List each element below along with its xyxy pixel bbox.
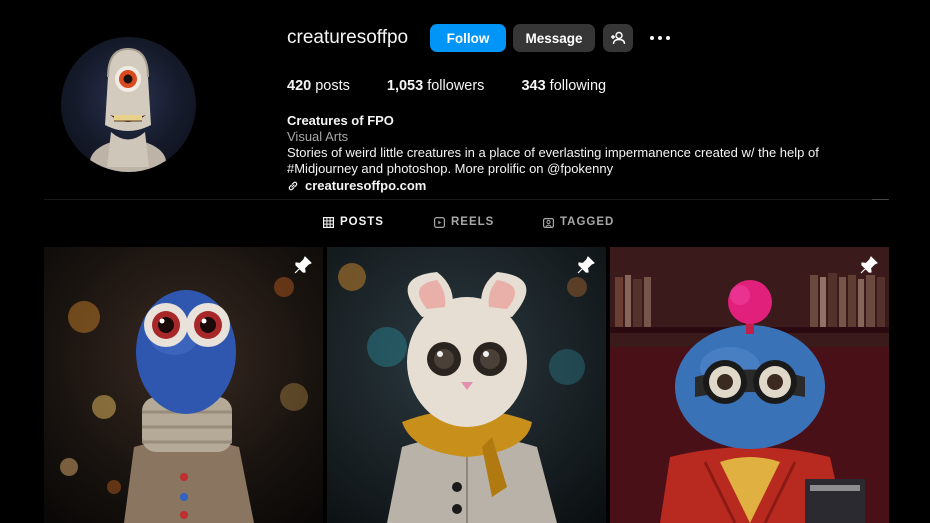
post-image [610, 247, 889, 523]
followers-label: followers [423, 78, 485, 94]
avatar-creature-image [90, 47, 166, 172]
profile-website-link[interactable]: creaturesoffpo.com [287, 178, 426, 193]
follow-button[interactable]: Follow [430, 24, 506, 52]
following-stat[interactable]: 343 following [521, 78, 606, 94]
posts-count: 420 [287, 78, 312, 94]
post-thumbnail[interactable] [610, 247, 889, 523]
tab-reels-label: REELS [451, 216, 495, 228]
post-thumbnail[interactable] [327, 247, 606, 523]
profile-category: Visual Arts [287, 129, 349, 144]
grid-icon [323, 216, 334, 228]
profile-stats: 420 posts 1,053 followers 343 following [287, 78, 643, 94]
suggest-users-button[interactable] [603, 24, 633, 52]
tab-reels[interactable]: REELS [434, 216, 494, 228]
posts-count-stat[interactable]: 420 posts [287, 78, 350, 94]
profile-avatar[interactable] [61, 37, 196, 172]
followers-count: 1,053 [386, 78, 424, 94]
profile-bio: Stories of weird little creatures in a p… [287, 145, 819, 176]
tabs-divider-accent [872, 199, 889, 200]
tagged-icon [543, 217, 554, 228]
posts-grid [44, 247, 889, 523]
pin-icon [577, 256, 595, 274]
post-image [44, 247, 323, 523]
tabs-divider [44, 199, 889, 200]
profile-website-text: creaturesoffpo.com [305, 178, 427, 193]
message-button[interactable]: Message [513, 24, 595, 52]
post-thumbnail[interactable] [44, 247, 323, 523]
tab-posts-label: POSTS [340, 216, 384, 228]
profile-full-name: Creatures of FPO [287, 113, 394, 128]
reels-icon [434, 216, 445, 228]
post-image [327, 247, 606, 523]
tab-tagged-label: TAGGED [560, 216, 615, 228]
link-icon [288, 181, 298, 190]
more-options-icon[interactable] [650, 29, 670, 47]
tab-tagged[interactable]: TAGGED [543, 216, 614, 228]
pin-icon [294, 256, 312, 274]
followers-stat[interactable]: 1,053 followers [387, 78, 485, 94]
profile-username: creaturesoffpo [287, 27, 409, 48]
tab-posts[interactable]: POSTS [323, 216, 384, 228]
person-add-icon [611, 31, 626, 45]
following-count: 343 [521, 78, 546, 94]
pin-icon [860, 256, 878, 274]
following-label: following [545, 78, 607, 94]
posts-label: posts [311, 78, 350, 94]
